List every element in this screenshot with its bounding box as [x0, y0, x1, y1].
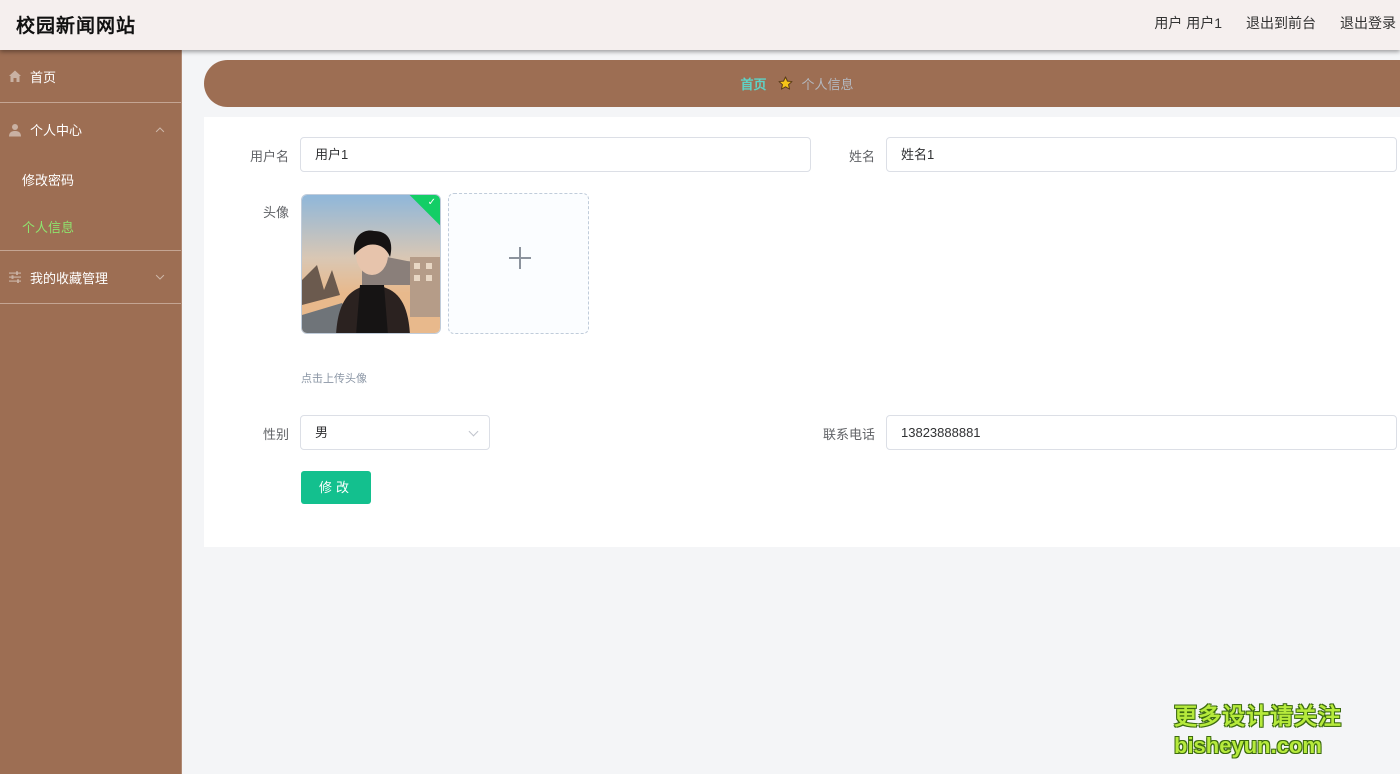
- phone-field[interactable]: 13823888881: [886, 415, 1397, 450]
- gender-label: 性别: [262, 427, 289, 442]
- user-icon: [8, 123, 22, 137]
- gender-selected-value: 男: [315, 425, 329, 440]
- sidebar-subitem-change-password[interactable]: 修改密码: [0, 156, 181, 203]
- avatar-image[interactable]: ✓: [301, 194, 441, 334]
- sidebar-group-personal-center: 个人中心 修改密码 个人信息: [0, 103, 181, 251]
- avatar-photo: [302, 195, 440, 333]
- home-icon: [8, 69, 22, 83]
- watermark-line2: bisheyun.com: [1174, 733, 1322, 758]
- star-icon: [778, 76, 793, 91]
- upload-hint: 点击上传头像: [301, 373, 367, 385]
- sidebar-item-personal-center[interactable]: 个人中心: [0, 103, 181, 156]
- logout-link[interactable]: 退出登录: [1340, 13, 1396, 33]
- avatar-upload-button[interactable]: [448, 193, 589, 334]
- name-label: 姓名: [848, 149, 875, 164]
- sidebar-item-home[interactable]: 首页: [0, 50, 181, 103]
- breadcrumb: 首页 个人信息: [204, 60, 1400, 107]
- current-user-label: 用户 用户1: [1154, 15, 1222, 31]
- top-nav: 用户 用户1 退出到前台 退出登录: [1154, 13, 1396, 33]
- gender-select[interactable]: 男: [300, 415, 490, 450]
- sidebar: 首页 个人中心 修改密码 个人信息 我的收藏管理: [0, 50, 182, 774]
- breadcrumb-home-link[interactable]: 首页: [740, 74, 766, 93]
- back-to-front-link[interactable]: 退出到前台: [1246, 13, 1316, 33]
- watermark-line1: 更多设计请关注: [1174, 703, 1342, 729]
- sidebar-item-label: 首页: [30, 69, 57, 85]
- sidebar-item-favorites[interactable]: 我的收藏管理: [0, 251, 181, 304]
- watermark: 更多设计请关注 bisheyun.com: [1174, 697, 1342, 759]
- check-icon: ✓: [427, 197, 436, 208]
- phone-label: 联系电话: [822, 427, 875, 442]
- breadcrumb-current: 个人信息: [801, 77, 854, 92]
- submit-button[interactable]: 修改: [301, 471, 371, 504]
- sidebar-subitem-personal-info[interactable]: 个人信息: [0, 203, 181, 250]
- avatar-label: 头像: [262, 205, 289, 220]
- site-title: 校园新闻网站: [16, 15, 137, 37]
- sidebar-item-label: 个人中心: [30, 123, 83, 138]
- username-field[interactable]: 用户1: [300, 137, 811, 172]
- name-field[interactable]: 姓名1: [886, 137, 1397, 172]
- chevron-up-icon: [155, 126, 165, 136]
- profile-form-card: 用户名 用户1 姓名 姓名1 头像 ✓ 点击上传头像 性别 男 联系电话 138…: [204, 117, 1400, 547]
- username-label: 用户名: [249, 149, 289, 164]
- chevron-down-icon: [155, 271, 165, 280]
- top-header: 校园新闻网站 用户 用户1 退出到前台 退出登录: [0, 0, 1400, 50]
- sidebar-item-label: 我的收藏管理: [30, 270, 109, 286]
- sliders-icon: [8, 270, 22, 284]
- chevron-down-icon: [468, 426, 479, 437]
